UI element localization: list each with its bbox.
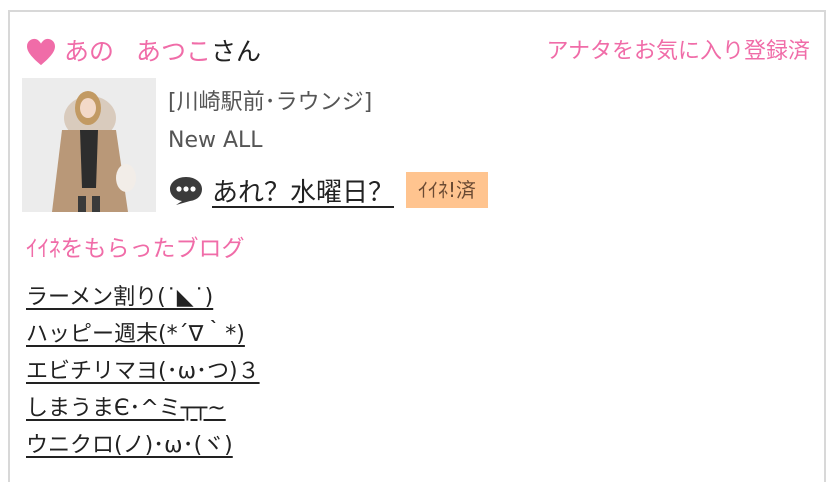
category-label: New ALL [168, 128, 263, 153]
blog-link[interactable]: エビチリマヨ(･ω･つ)３ [26, 359, 260, 384]
name-part1: あの [64, 37, 115, 66]
name-part2: あつこ [136, 37, 212, 66]
blog-link[interactable]: ラーメン割り(˙◣˙) [26, 285, 213, 310]
girl-name[interactable]: あの あつこさん [64, 36, 261, 68]
list-item: ラーメン割り(˙◣˙) [26, 282, 260, 319]
post-meta: [川崎駅前･ラウンジ] New ALL [168, 86, 372, 158]
girl-card: あの あつこさん アナタをお気に入り登録済 [川崎駅前･ラウンジ] New ALL [8, 10, 826, 482]
honorific: さん [211, 37, 262, 66]
photo-image [22, 78, 156, 212]
blog-link[interactable]: ハッピー週末(*´∇｀*) [26, 322, 245, 347]
liked-blog-list: ラーメン割り(˙◣˙) ハッピー週末(*´∇｀*) エビチリマヨ(･ω･つ)３ … [26, 282, 260, 467]
shop-name[interactable]: [川崎駅前･ラウンジ] [168, 86, 372, 120]
liked-badge: ｲｲﾈ!済 [406, 172, 489, 208]
profile-photo[interactable] [22, 78, 156, 212]
post-title-link[interactable]: あれ？水曜日？ [212, 172, 394, 209]
heart-icon [27, 38, 55, 66]
list-item: ウニクロ(ノ)･ω･(ヾ) [26, 430, 260, 467]
latest-post: あれ？水曜日？ ｲｲﾈ!済 [168, 170, 489, 210]
liked-blogs-heading: ｲｲﾈをもらったブログ [26, 236, 245, 262]
blog-link[interactable]: しまうまЄ･^ミ┬┬~ [26, 396, 226, 421]
profile-header: あの あつこさん アナタをお気に入り登録済 [24, 26, 814, 66]
blog-link[interactable]: ウニクロ(ノ)･ω･(ヾ) [26, 433, 233, 458]
list-item: しまうまЄ･^ミ┬┬~ [26, 393, 260, 430]
list-item: ハッピー週末(*´∇｀*) [26, 319, 260, 356]
favorite-status[interactable]: アナタをお気に入り登録済 [546, 36, 810, 68]
comment-bubble-icon [170, 177, 202, 205]
list-item: エビチリマヨ(･ω･つ)３ [26, 356, 260, 393]
